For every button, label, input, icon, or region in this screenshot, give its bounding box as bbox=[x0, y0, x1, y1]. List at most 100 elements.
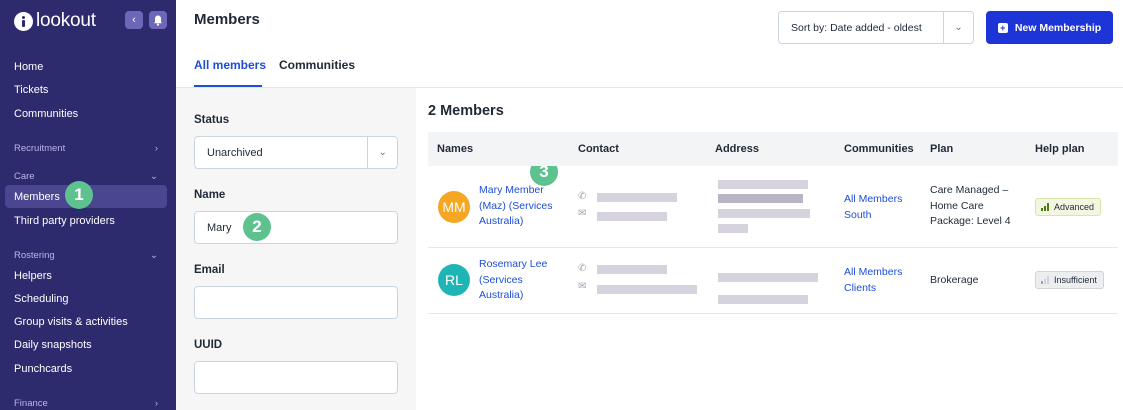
plan-text: Care Managed – Home Care Package: Level … bbox=[930, 183, 1025, 230]
plus-icon: + bbox=[997, 22, 1008, 33]
logo-text: lookout bbox=[36, 10, 96, 31]
community-line: South bbox=[844, 209, 872, 221]
tab-communities[interactable]: Communities bbox=[279, 58, 355, 72]
help-plan-label: Insufficient bbox=[1054, 275, 1097, 285]
member-name-line: Australia) bbox=[479, 289, 524, 301]
bell-icon[interactable] bbox=[149, 11, 167, 29]
plan-line: Package: Level 4 bbox=[930, 215, 1011, 227]
sidebar-section-finance[interactable]: Finance › bbox=[14, 398, 158, 409]
sort-select[interactable]: Sort by: Date added - oldest ⌄ bbox=[778, 11, 974, 44]
help-plan-badge: Insufficient bbox=[1035, 271, 1104, 289]
chevron-down-icon: ⌄ bbox=[150, 171, 158, 182]
member-name-line: (Services bbox=[479, 273, 523, 286]
sidebar-item-helpers[interactable]: Helpers bbox=[14, 270, 52, 282]
column-header-plan: Plan bbox=[930, 143, 954, 155]
row-divider bbox=[428, 313, 1118, 314]
column-header-help-plan: Help plan bbox=[1035, 143, 1085, 155]
annotation-badge-2: 2 bbox=[243, 213, 271, 241]
redacted-phone bbox=[597, 265, 667, 274]
community-line: Clients bbox=[844, 282, 877, 294]
plan-line: Brokerage bbox=[930, 274, 979, 286]
redacted-phone bbox=[597, 193, 677, 202]
chevron-right-icon: › bbox=[154, 398, 158, 409]
column-header-address: Address bbox=[715, 143, 760, 155]
avatar: MM bbox=[438, 191, 470, 223]
column-header-communities: Communities bbox=[844, 143, 914, 155]
new-membership-label: New Membership bbox=[1014, 21, 1102, 34]
member-name-line: Australia) bbox=[479, 215, 524, 227]
community-link[interactable]: All Members South bbox=[844, 191, 924, 223]
chevron-down-icon[interactable]: ⌄ bbox=[367, 137, 397, 168]
status-label: Status bbox=[194, 114, 230, 126]
mail-icon: ✉ bbox=[578, 208, 587, 219]
help-plan-label: Advanced bbox=[1054, 202, 1095, 212]
member-name-link[interactable]: Rosemary Lee (Services Australia) bbox=[479, 257, 569, 304]
chevron-down-icon[interactable]: ⌄ bbox=[943, 12, 973, 43]
chevron-right-icon: › bbox=[154, 143, 158, 154]
redacted-address bbox=[718, 180, 808, 189]
uuid-label: UUID bbox=[194, 339, 223, 351]
status-select[interactable]: Unarchived ⌄ bbox=[194, 136, 398, 169]
sidebar-item-home[interactable]: Home bbox=[14, 61, 43, 73]
phone-icon: ✆ bbox=[578, 263, 587, 274]
column-header-contact: Contact bbox=[578, 143, 619, 155]
table-header bbox=[428, 132, 1118, 166]
section-label: Care bbox=[14, 171, 35, 182]
chevron-left-icon[interactable]: ‹ bbox=[125, 11, 143, 29]
signal-bars-icon bbox=[1041, 276, 1050, 284]
plan-text: Brokerage bbox=[930, 273, 1025, 289]
new-membership-button[interactable]: + New Membership bbox=[986, 11, 1113, 44]
sidebar-item-communities[interactable]: Communities bbox=[14, 108, 78, 120]
members-count: 2 Members bbox=[428, 103, 504, 119]
plan-line: Home Care bbox=[930, 199, 984, 212]
sidebar-item-third-party-providers[interactable]: Third party providers bbox=[14, 215, 115, 227]
redacted-email bbox=[597, 285, 697, 294]
sort-label: Sort by: Date added - oldest bbox=[791, 21, 922, 34]
redacted-address bbox=[718, 295, 808, 304]
annotation-badge-1: 1 bbox=[65, 181, 93, 209]
status-value: Unarchived bbox=[207, 146, 263, 159]
section-label: Finance bbox=[14, 398, 48, 409]
signal-bars-icon bbox=[1041, 203, 1050, 211]
section-label: Recruitment bbox=[14, 143, 66, 154]
logo[interactable]: lookout bbox=[14, 10, 96, 32]
community-line: All Members bbox=[844, 193, 903, 205]
email-label: Email bbox=[194, 264, 225, 276]
tab-all-members[interactable]: All members bbox=[194, 58, 266, 72]
redacted-address bbox=[718, 194, 803, 203]
section-label: Rostering bbox=[14, 250, 55, 261]
page-title: Members bbox=[194, 11, 260, 28]
sidebar-item-scheduling[interactable]: Scheduling bbox=[14, 293, 68, 305]
email-input[interactable] bbox=[194, 286, 398, 319]
member-name-link[interactable]: Mary Member (Maz) (Services Australia) bbox=[479, 183, 569, 230]
community-line: All Members bbox=[844, 266, 903, 278]
lookout-logo-icon bbox=[14, 11, 33, 31]
plan-line: Care Managed – bbox=[930, 184, 1009, 196]
member-name-line: (Maz) (Services bbox=[479, 199, 553, 212]
mail-icon: ✉ bbox=[578, 281, 587, 292]
row-divider bbox=[428, 247, 1118, 248]
community-link[interactable]: All Members Clients bbox=[844, 264, 924, 296]
member-name-line: Mary Member bbox=[479, 184, 544, 196]
sidebar-section-recruitment[interactable]: Recruitment › bbox=[14, 143, 158, 154]
avatar: RL bbox=[438, 264, 470, 296]
sidebar-item-punchcards[interactable]: Punchcards bbox=[14, 363, 72, 375]
sidebar-section-care[interactable]: Care ⌄ bbox=[14, 171, 158, 182]
help-plan-badge: Advanced bbox=[1035, 198, 1102, 216]
redacted-email bbox=[597, 212, 667, 221]
sidebar-item-members[interactable]: Members bbox=[14, 191, 60, 203]
phone-icon: ✆ bbox=[578, 191, 587, 202]
member-name-line: Rosemary Lee bbox=[479, 258, 548, 270]
redacted-address bbox=[718, 209, 810, 218]
redacted-address bbox=[718, 273, 818, 282]
column-header-names[interactable]: Names bbox=[437, 143, 473, 155]
name-input[interactable]: Mary bbox=[194, 211, 398, 244]
sidebar-item-daily-snapshots[interactable]: Daily snapshots bbox=[14, 339, 92, 351]
redacted-address bbox=[718, 224, 748, 233]
sidebar-item-group-visits[interactable]: Group visits & activities bbox=[14, 316, 128, 328]
sidebar-item-tickets[interactable]: Tickets bbox=[14, 84, 48, 96]
uuid-input[interactable] bbox=[194, 361, 398, 394]
name-label: Name bbox=[194, 189, 226, 201]
chevron-down-icon: ⌄ bbox=[150, 250, 158, 261]
sidebar-section-rostering[interactable]: Rostering ⌄ bbox=[14, 250, 158, 261]
